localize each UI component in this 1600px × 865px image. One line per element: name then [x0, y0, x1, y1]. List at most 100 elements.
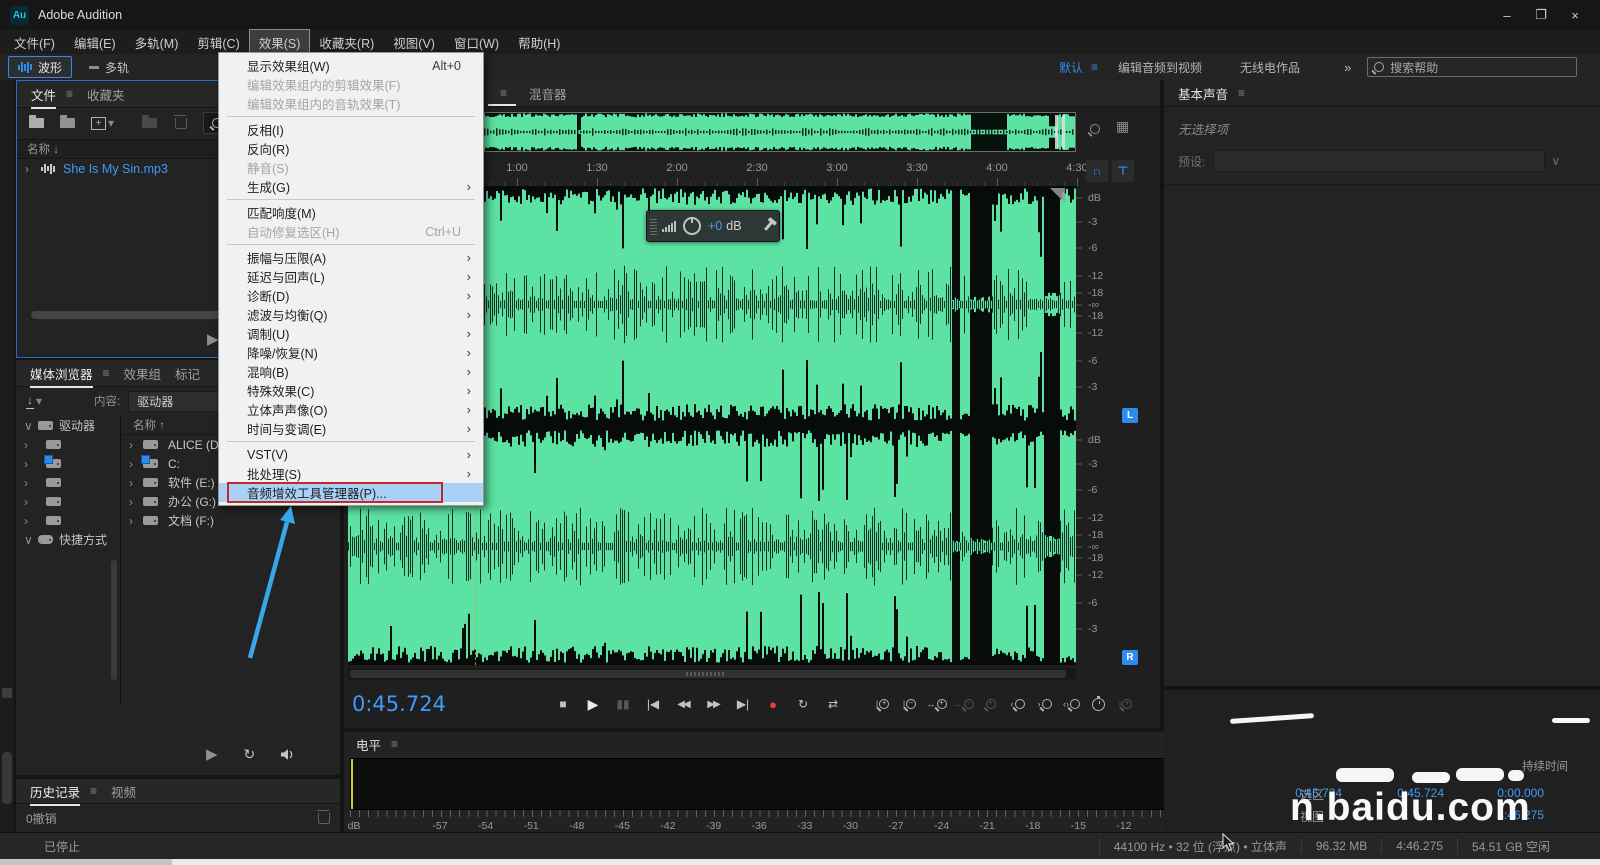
zoom-preset-icon[interactable] — [1090, 124, 1100, 134]
menubar-item-2[interactable]: 多轨(M) — [126, 30, 188, 55]
editor-menu-icon[interactable]: ≡ — [500, 86, 507, 100]
workspace-radio-tab[interactable]: 无线电作品 — [1240, 59, 1300, 76]
effects-menu-item-19[interactable]: 特殊效果(C)› — [219, 381, 483, 400]
effects-menu-item-5[interactable]: 反向(R) — [219, 139, 483, 158]
play-button[interactable]: ▶ — [582, 694, 604, 714]
editor-grid-icon[interactable]: ▦ — [1116, 118, 1129, 135]
rewind-button[interactable]: ◀◀ — [672, 694, 694, 714]
effects-menu-item-12[interactable]: 振幅与压限(A)› — [219, 248, 483, 267]
hud-pin-icon[interactable] — [764, 221, 773, 231]
preset-dropdown[interactable] — [1213, 150, 1545, 172]
tree-item-drive-3[interactable]: › — [16, 492, 120, 511]
menubar-item-8[interactable]: 帮助(H) — [509, 30, 569, 55]
record-button[interactable]: ● — [762, 694, 784, 714]
workspace-menu-icon[interactable]: ≡ — [1091, 60, 1098, 74]
view-range-handle[interactable] — [1055, 115, 1058, 149]
file-name[interactable]: She Is My Sin.mp3 — [63, 162, 168, 176]
tab-markers[interactable]: 标记 — [175, 364, 200, 383]
tab-mixer[interactable]: 混音器 — [529, 84, 567, 103]
zoom-reset-button[interactable]: + — [979, 694, 1002, 714]
move-playhead-button[interactable]: ⇄ — [822, 694, 844, 714]
waveform-view-button[interactable]: 波形 — [8, 56, 72, 78]
menubar-item-3[interactable]: 剪辑(C) — [188, 30, 248, 55]
effects-menu-item-0[interactable]: 显示效果组(W)Alt+0 — [219, 56, 483, 75]
editor-horizontal-scrollbar[interactable] — [348, 668, 1076, 680]
zoom-out-button[interactable]: |− — [898, 694, 921, 714]
effects-menu-item-20[interactable]: 立体声声像(O)› — [219, 400, 483, 419]
minimize-button[interactable]: – — [1490, 0, 1524, 30]
zoom-to-selection-button[interactable]: ‹› — [1060, 694, 1083, 714]
zoom-selection-left-button[interactable]: ‹ — [1006, 694, 1029, 714]
left-scrollbar[interactable] — [2, 752, 12, 804]
effects-menu-item-18[interactable]: 混响(B)› — [219, 362, 483, 381]
tab-files[interactable]: 文件 — [31, 85, 56, 109]
effects-menu-item-4[interactable]: 反相(I) — [219, 120, 483, 139]
tab-favorites[interactable]: 收藏夹 — [87, 85, 125, 104]
effects-menu-item-13[interactable]: 延迟与回声(L)› — [219, 267, 483, 286]
preset-dropdown-chevron-icon[interactable]: ∨ — [1551, 154, 1560, 168]
loop-preview-button[interactable]: ↻ — [244, 746, 256, 763]
preview-play-button[interactable]: ▶ — [207, 330, 219, 348]
tab-effects-rack[interactable]: 效果组 — [124, 364, 162, 383]
tree-item-drive-1[interactable]: › — [16, 454, 120, 473]
menubar-item-7[interactable]: 窗口(W) — [445, 30, 508, 55]
open-file-icon[interactable] — [29, 118, 44, 128]
playhead-time-display[interactable]: 0:45.724 — [352, 692, 446, 716]
right-channel-badge[interactable]: R — [1122, 650, 1138, 665]
drives-name-column-header[interactable]: 名称 ↑ — [133, 417, 165, 433]
tab-history[interactable]: 历史记录 — [30, 782, 80, 806]
menubar-item-4[interactable]: 效果(S) — [250, 30, 310, 55]
effects-menu-item-9[interactable]: 匹配响度(M) — [219, 203, 483, 222]
menubar-item-1[interactable]: 编辑(E) — [65, 30, 125, 55]
history-menu-icon[interactable]: ≡ — [90, 784, 97, 798]
effects-menu-item-14[interactable]: 诊断(D)› — [219, 286, 483, 305]
auto-play-speaker-button[interactable] — [279, 748, 296, 761]
fast-forward-button[interactable]: ▶▶ — [702, 694, 724, 714]
tab-video[interactable]: 视频 — [111, 782, 136, 801]
pause-timer-button[interactable] — [1087, 694, 1110, 714]
new-content-icon[interactable]: + — [91, 117, 106, 130]
hud-gain-value[interactable]: +0 — [708, 219, 722, 233]
close-button[interactable]: × — [1558, 0, 1592, 30]
preview-play-button[interactable]: ▶ — [206, 745, 218, 763]
workspace-edit-av-tab[interactable]: 编辑音频到视频 — [1118, 59, 1202, 76]
view-range-handle[interactable] — [1062, 115, 1065, 149]
effects-menu-item-17[interactable]: 降噪/恢复(N)› — [219, 343, 483, 362]
zoom-in-width-button[interactable]: ↔+ — [925, 694, 948, 714]
volume-hud[interactable]: +0 dB — [646, 210, 780, 242]
hud-grip-icon[interactable] — [650, 217, 657, 235]
tree-item-drives[interactable]: ∨驱动器 — [16, 416, 120, 435]
workspace-overflow-icon[interactable]: » — [1344, 60, 1351, 75]
effects-menu-item-6[interactable]: 静音(S) — [219, 158, 483, 177]
zoom-in-button[interactable]: |+ — [871, 694, 894, 714]
effects-menu-item-1[interactable]: 编辑效果组内的剪辑效果(F) — [219, 75, 483, 94]
tree-item-drive-4[interactable]: › — [16, 511, 120, 530]
pause-button[interactable]: ▮▮ — [612, 694, 634, 714]
snap-magnet-icon[interactable]: ∩ — [1086, 160, 1108, 182]
loop-playback-button[interactable]: ↻ — [792, 694, 814, 714]
restore-button[interactable]: ❐ — [1524, 0, 1558, 30]
marker-tee-icon[interactable]: ⊤ — [1112, 160, 1134, 182]
effects-menu-item-23[interactable]: VST(V)› — [219, 445, 483, 464]
help-search-input[interactable]: 搜索帮助 — [1367, 57, 1577, 77]
files-panel-menu-icon[interactable]: ≡ — [66, 87, 73, 101]
effects-menu-item-7[interactable]: 生成(G)› — [219, 177, 483, 196]
media-browser-menu-icon[interactable]: ≡ — [103, 366, 110, 380]
new-content-dropdown-icon[interactable]: ▾ — [108, 116, 114, 130]
files-horizontal-scrollbar[interactable] — [31, 311, 243, 319]
effects-menu-item-24[interactable]: 批处理(S)› — [219, 464, 483, 483]
expand-file-icon[interactable]: › — [25, 162, 29, 176]
import-file-icon[interactable] — [60, 118, 75, 128]
menubar-item-6[interactable]: 视图(V) — [384, 30, 444, 55]
multitrack-view-button[interactable]: 多轨 — [80, 57, 138, 77]
tree-scrollbar[interactable] — [111, 560, 117, 680]
skip-to-start-button[interactable]: |◀ — [642, 694, 664, 714]
effects-menu-item-21[interactable]: 时间与变调(E)› — [219, 419, 483, 438]
zoom-in-disabled-button[interactable]: |+ — [1114, 694, 1137, 714]
import-dropdown-icon[interactable]: ▾ — [36, 394, 42, 408]
effects-menu-item-16[interactable]: 调制(U)› — [219, 324, 483, 343]
zoom-selection-right-button[interactable]: › — [1033, 694, 1056, 714]
hud-gain-knob[interactable] — [683, 217, 701, 235]
tree-item-drive-0[interactable]: › — [16, 435, 120, 454]
amplitude-ruler[interactable]: dB-3-6-12-18-∞-18-12-6-3 dB-3-6-12-18-∞-… — [1076, 186, 1160, 665]
